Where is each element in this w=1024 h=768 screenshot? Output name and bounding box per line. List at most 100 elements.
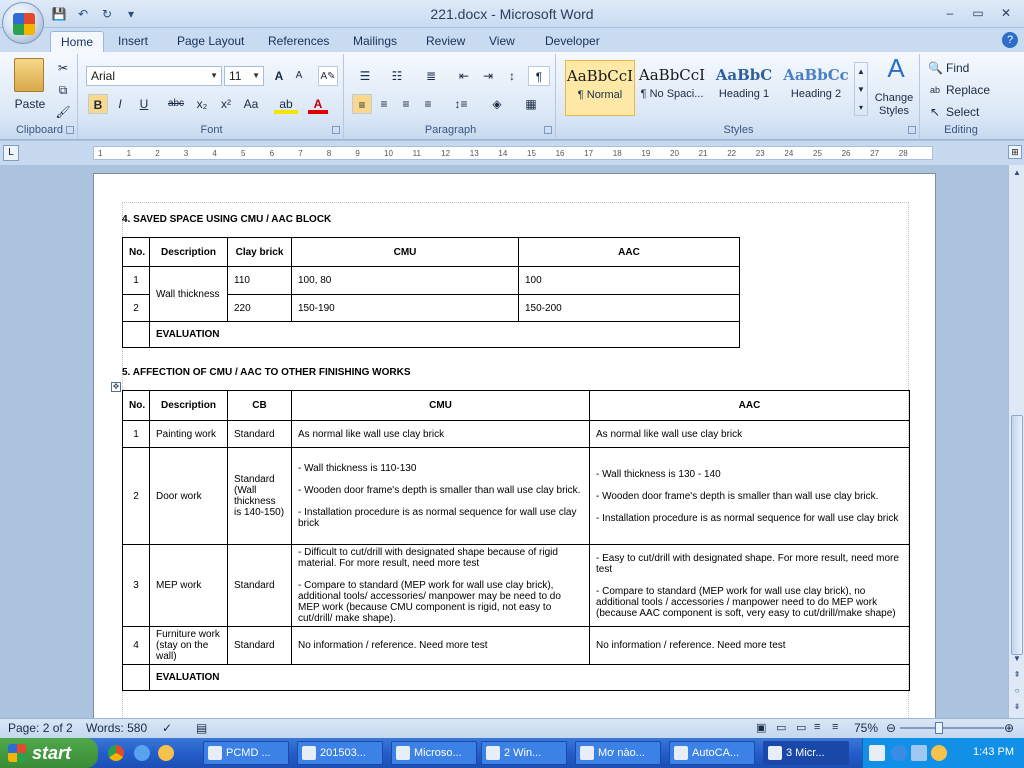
bullets-icon[interactable]: ☰ (352, 66, 378, 86)
dialog-launcher-icon[interactable] (66, 126, 74, 134)
styles-scroll-icon[interactable]: ▲ ▼ ▾ (854, 62, 868, 116)
shading-icon[interactable]: ◈ (484, 94, 510, 114)
select-button[interactable]: Select (946, 102, 996, 122)
align-right-icon[interactable]: ≡ (396, 94, 416, 114)
paste-icon[interactable] (14, 58, 44, 92)
tab-view[interactable]: View (479, 31, 525, 52)
internet-explorer-icon[interactable] (134, 745, 150, 761)
office-button[interactable] (2, 2, 44, 44)
format-painter-icon[interactable]: 🖌 (54, 102, 72, 122)
browser-icon[interactable] (158, 745, 174, 761)
sort-icon[interactable]: ↕ (502, 66, 522, 86)
tab-review[interactable]: Review (416, 31, 475, 52)
dialog-launcher-icon[interactable] (332, 126, 340, 134)
macro-icon[interactable]: ▤ (196, 721, 207, 735)
line-spacing-icon[interactable]: ↕≡ (448, 94, 474, 114)
borders-icon[interactable]: ▦ (518, 94, 544, 114)
scroll-down-icon[interactable]: ▼ (1011, 653, 1023, 665)
justify-icon[interactable]: ≡ (418, 94, 438, 114)
align-center-icon[interactable]: ≡ (374, 94, 394, 114)
tab-page-layout[interactable]: Page Layout (167, 31, 254, 52)
minimize-button[interactable]: – (938, 3, 962, 23)
view-ruler-icon[interactable]: ⊞ (1008, 145, 1022, 159)
change-styles-icon[interactable]: A (876, 55, 916, 88)
restore-button[interactable]: ▭ (966, 3, 990, 23)
zoom-in-icon[interactable]: ⊕ (1004, 721, 1014, 735)
taskbar-item[interactable]: 2 Win... (481, 741, 567, 765)
horizontal-ruler[interactable]: 1 1 2 3 4 5 6 7 8 9 10 11 12 13 14 15 16 17 18 19 20 21 22 23 24… (93, 146, 933, 160)
paste-button[interactable]: Paste (10, 94, 50, 114)
tab-references[interactable]: References (258, 31, 339, 52)
scroll-thumb[interactable] (1011, 415, 1023, 655)
underline-button[interactable]: U (134, 94, 154, 114)
help-icon[interactable]: ? (1002, 32, 1018, 48)
strikethrough-button[interactable]: abc (164, 94, 188, 114)
chrome-icon[interactable] (108, 745, 124, 761)
tab-insert[interactable]: Insert (108, 31, 158, 52)
tray-app-icon[interactable] (931, 745, 947, 761)
style-heading-1[interactable]: AaBbC Heading 1 (709, 60, 779, 116)
replace-button[interactable]: Replace (946, 80, 996, 100)
subscript-button[interactable]: x₂ (192, 94, 212, 114)
find-button[interactable]: Find (946, 58, 990, 78)
zoom-slider-knob[interactable] (935, 722, 943, 734)
tab-developer[interactable]: Developer (535, 31, 610, 52)
zoom-slider[interactable] (900, 727, 1004, 729)
change-case-button[interactable]: Aa (240, 94, 262, 114)
style-heading-2[interactable]: AaBbCc Heading 2 (781, 60, 851, 116)
next-page-icon[interactable]: ⇟ (1011, 701, 1023, 713)
copy-icon[interactable]: ⧉ (54, 80, 72, 100)
clear-formatting-button[interactable]: A✎ (318, 66, 338, 86)
scroll-up-icon[interactable]: ▲ (1011, 167, 1023, 179)
help-tray-icon[interactable] (869, 745, 885, 761)
highlight-icon[interactable]: ab (274, 94, 298, 114)
start-button[interactable]: start (0, 738, 98, 768)
replace-icon[interactable]: ab (928, 80, 942, 100)
table-move-handle-icon[interactable]: ✥ (111, 382, 121, 392)
style-normal[interactable]: AaBbCcI ¶ Normal (565, 60, 635, 116)
view-outline-icon[interactable]: ≡ (814, 721, 820, 733)
page-count[interactable]: Page: 2 of 2 (8, 721, 73, 735)
numbering-icon[interactable]: ☷ (384, 66, 410, 86)
dialog-launcher-icon[interactable] (544, 126, 552, 134)
word-count[interactable]: Words: 580 (86, 721, 147, 735)
select-browse-object-icon[interactable]: ○ (1011, 685, 1023, 697)
taskbar-item[interactable]: Microso... (391, 741, 477, 765)
show-formatting-button[interactable]: ¶ (528, 66, 550, 86)
view-draft-icon[interactable]: ≡ (832, 721, 838, 733)
style-no-spacing[interactable]: AaBbCcI ¶ No Spaci... (637, 60, 707, 116)
zoom-level[interactable]: 75% (854, 721, 878, 735)
select-icon[interactable]: ↖ (928, 102, 942, 122)
font-color-icon[interactable]: A (308, 94, 328, 114)
change-styles-button[interactable]: Change Styles (870, 92, 918, 120)
back-arrow-icon[interactable] (891, 745, 907, 761)
taskbar-item[interactable]: PCMD ... (203, 741, 289, 765)
grow-font-button[interactable]: A (270, 66, 288, 86)
cut-icon[interactable]: ✂ (54, 58, 72, 78)
taskbar-item-word[interactable]: 3 Micr... (763, 741, 849, 765)
shrink-font-button[interactable]: A (290, 66, 308, 86)
proofing-icon[interactable]: ✓ (162, 721, 172, 735)
network-icon[interactable] (911, 745, 927, 761)
font-size-select[interactable]: 11 ▼ (224, 66, 264, 86)
zoom-out-icon[interactable]: ⊖ (886, 721, 896, 735)
align-left-icon[interactable]: ≡ (352, 94, 372, 114)
tab-selector-icon[interactable]: L (3, 145, 19, 161)
close-button[interactable]: ✕ (994, 3, 1018, 23)
taskbar-item[interactable]: 201503... (297, 741, 383, 765)
document-area[interactable]: 4. SAVED SPACE USING CMU / AAC BLOCK No.… (0, 165, 1008, 718)
tab-home[interactable]: Home (50, 31, 105, 52)
font-name-select[interactable]: Arial ▼ (86, 66, 222, 86)
view-print-layout-icon[interactable]: ▣ (756, 721, 766, 734)
tab-mailings[interactable]: Mailings (343, 31, 407, 52)
view-full-screen-icon[interactable]: ▭ (776, 721, 786, 734)
taskbar-item[interactable]: AutoCA... (669, 741, 755, 765)
increase-indent-icon[interactable]: ⇥ (478, 66, 498, 86)
vertical-scrollbar[interactable]: ▲ ▼ ⇞ ○ ⇟ (1008, 165, 1024, 718)
dialog-launcher-icon[interactable] (908, 126, 916, 134)
document-page[interactable]: 4. SAVED SPACE USING CMU / AAC BLOCK No.… (93, 173, 936, 718)
taskbar-item[interactable]: Mơ nào... (575, 741, 661, 765)
italic-button[interactable]: I (110, 94, 130, 114)
multilevel-list-icon[interactable]: ≣ (418, 66, 444, 86)
superscript-button[interactable]: x² (216, 94, 236, 114)
